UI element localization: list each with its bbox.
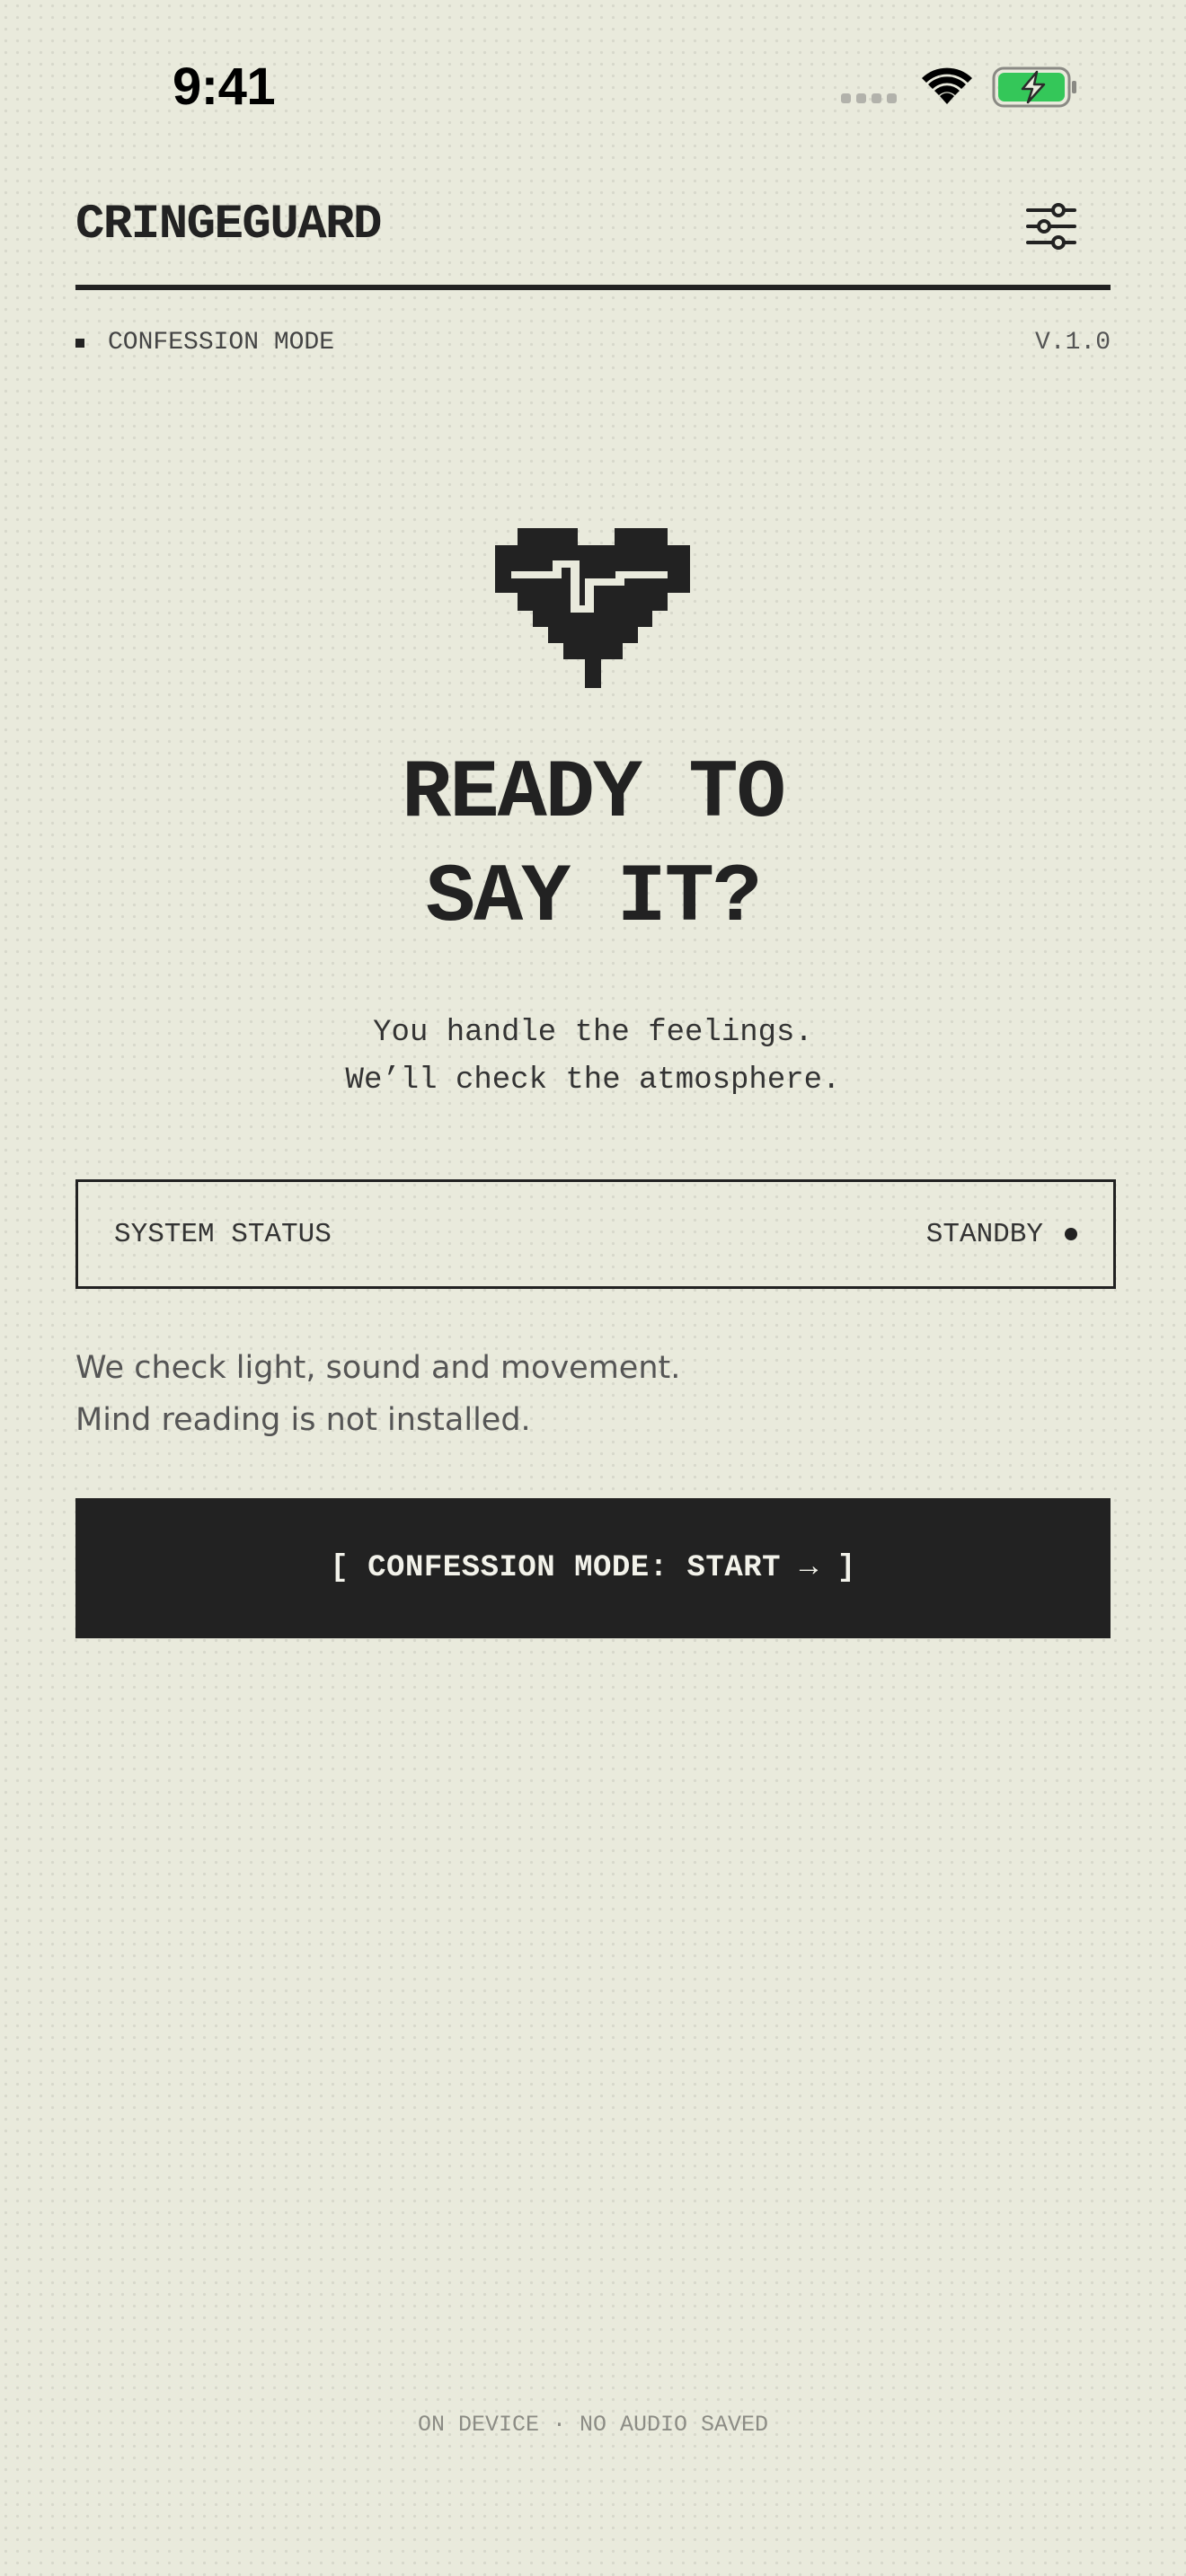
status-time: 9:41 xyxy=(173,57,276,116)
status-dot-icon xyxy=(1065,1228,1077,1240)
hero-headline: READY TO SAY IT? xyxy=(0,742,1186,950)
sliders-icon[interactable] xyxy=(1024,201,1078,251)
system-status-value-group: STANDBY xyxy=(926,1219,1077,1250)
header-divider xyxy=(75,285,1111,290)
mode-label: CONFESSION MODE xyxy=(108,329,335,357)
system-status-panel: SYSTEM STATUS STANDBY xyxy=(75,1179,1116,1289)
privacy-footer: ON DEVICE · NO AUDIO SAVED xyxy=(417,2412,769,2438)
subtitle-line-1: You handle the feelings. xyxy=(373,1016,813,1050)
description-line-1: We check light, sound and movement. xyxy=(75,1350,681,1386)
wifi-icon xyxy=(922,67,972,104)
system-status-value: STANDBY xyxy=(925,1218,1043,1250)
cellular-signal-icon xyxy=(841,93,897,103)
battery-charging-icon xyxy=(992,66,1076,108)
start-confession-button[interactable]: [ CONFESSION MODE: START → ] xyxy=(75,1498,1111,1638)
headline-line-1: READY TO xyxy=(402,746,786,841)
mode-indicator: CONFESSION MODE xyxy=(75,327,334,359)
pixel-heart-pulse-icon xyxy=(495,528,690,688)
mode-bullet-icon xyxy=(75,339,84,348)
version-label: V.1.0 xyxy=(1034,329,1111,357)
sensor-description: We check light, sound and movement. Mind… xyxy=(75,1342,680,1446)
headline-line-2: SAY IT? xyxy=(425,851,762,945)
subtitle-line-2: We’ll check the atmosphere. xyxy=(345,1063,841,1098)
system-status-label: SYSTEM STATUS xyxy=(114,1218,332,1250)
app-brand: CRINGEGUARD xyxy=(75,198,382,252)
description-line-2: Mind reading is not installed. xyxy=(75,1402,531,1438)
hero-subtitle: You handle the feelings. We’ll check the… xyxy=(0,1010,1186,1105)
